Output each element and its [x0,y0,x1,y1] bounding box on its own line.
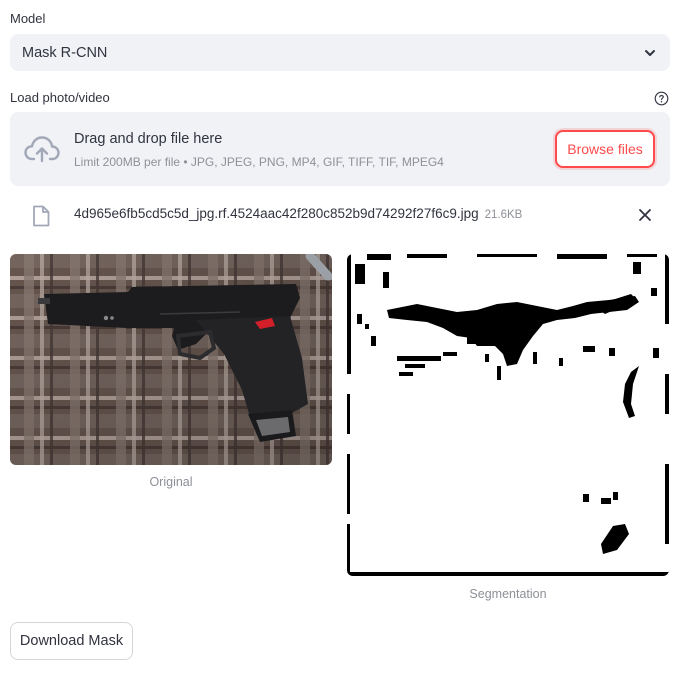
close-icon[interactable] [638,208,652,222]
file-size: 21.6KB [484,209,523,221]
dropzone-title: Drag and drop file here [74,131,223,147]
file-name: 4d965e6fb5cd5c5d_jpg.rf.4524aac42f280c85… [74,206,479,221]
download-mask-button[interactable]: Download Mask [10,622,133,660]
original-photo [10,254,332,465]
segmentation-caption: Segmentation [469,587,547,601]
segmentation-image [347,254,669,576]
original-caption: Original [149,475,193,489]
model-label: Model [10,11,46,26]
file-icon [33,205,50,227]
chevron-down-icon [645,50,655,56]
model-select[interactable]: Mask R-CNN [10,34,670,71]
segmentation-mask [347,254,669,576]
dropzone-limits: Limit 200MB per file • JPG, JPEG, PNG, M… [74,155,444,169]
original-image [10,254,332,465]
cloud-upload-icon [24,136,60,163]
help-icon[interactable] [654,91,669,106]
model-select-value: Mask R-CNN [22,44,108,61]
uploaded-file-row: 4d965e6fb5cd5c5d_jpg.rf.4524aac42f280c85… [10,198,670,234]
file-dropzone[interactable]: Drag and drop file here Limit 200MB per … [10,112,670,186]
upload-label: Load photo/video [10,90,110,105]
browse-files-button[interactable]: Browse files [555,130,655,168]
